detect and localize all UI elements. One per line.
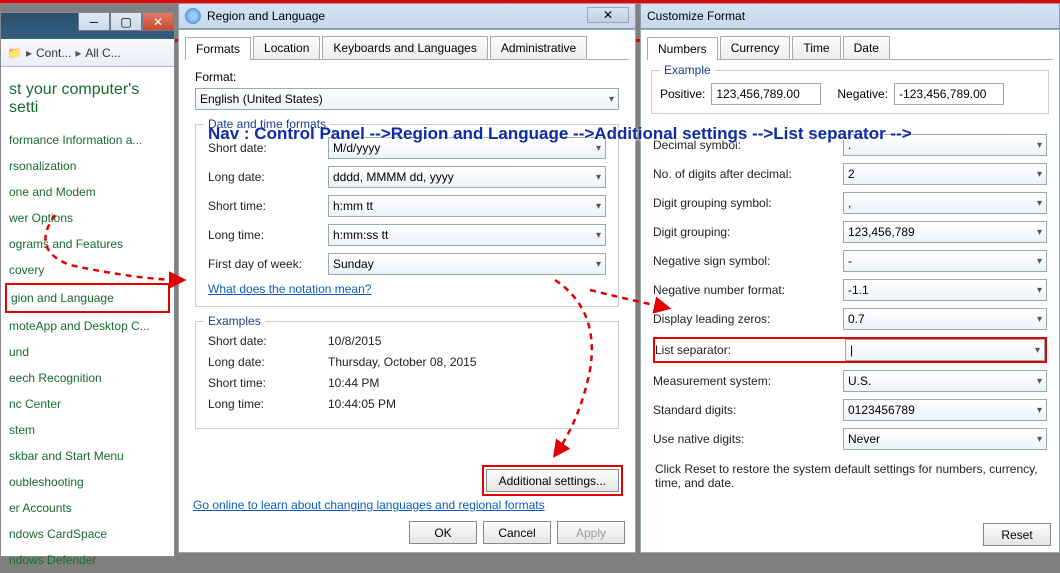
short-time-select[interactable]: h:mm tt <box>328 195 606 217</box>
group-title: Examples <box>204 314 265 328</box>
field-select[interactable]: - <box>843 250 1047 272</box>
field-label: Negative number format: <box>653 283 843 297</box>
sidebar-item[interactable]: und <box>5 339 170 365</box>
positive-example: 123,456,789.00 <box>711 83 821 105</box>
field-select[interactable]: 123,456,789 <box>843 221 1047 243</box>
breadcrumb-item[interactable]: All C... <box>85 46 120 60</box>
long-date-select[interactable]: dddd, MMMM dd, yyyy <box>328 166 606 188</box>
apply-button[interactable]: Apply <box>557 521 625 544</box>
tab-date[interactable]: Date <box>843 36 890 59</box>
sidebar-item[interactable]: formance Information a... <box>5 127 170 153</box>
field-select[interactable]: Never <box>843 428 1047 450</box>
breadcrumb-item[interactable]: Cont... <box>36 46 71 60</box>
annotation-text: Nav : Control Panel -->Region and Langua… <box>208 124 1060 144</box>
close-button[interactable]: ✕ <box>587 7 629 23</box>
field-label: Negative sign symbol: <box>653 254 843 268</box>
field-label: Standard digits: <box>653 403 843 417</box>
group-title: Example <box>660 63 715 77</box>
format-label: Format: <box>195 70 619 84</box>
field-select[interactable]: 2 <box>843 163 1047 185</box>
tab-numbers[interactable]: Numbers <box>647 37 718 60</box>
sidebar-item[interactable]: covery <box>5 257 170 283</box>
nav-icon: 📁 <box>7 46 22 60</box>
tab-location[interactable]: Location <box>253 36 320 59</box>
cancel-button[interactable]: Cancel <box>483 521 551 544</box>
titlebar: ─ ▢ ✕ <box>1 13 174 39</box>
field-label: Digit grouping symbol: <box>653 196 843 210</box>
long-time-select[interactable]: h:mm:ss tt <box>328 224 606 246</box>
maximize-button[interactable]: ▢ <box>110 13 142 31</box>
notation-link[interactable]: What does the notation mean? <box>208 282 371 296</box>
sidebar-item[interactable]: rsonalization <box>5 153 170 179</box>
first-day-select[interactable]: Sunday <box>328 253 606 275</box>
negative-example: -123,456,789.00 <box>894 83 1004 105</box>
sidebar-item[interactable]: one and Modem <box>5 179 170 205</box>
sidebar-item[interactable]: wer Options <box>5 205 170 231</box>
field-select[interactable]: -1.1 <box>843 279 1047 301</box>
minimize-button[interactable]: ─ <box>78 13 110 31</box>
field-select[interactable]: U.S. <box>843 370 1047 392</box>
field-select[interactable]: 0.7 <box>843 308 1047 330</box>
sidebar-item[interactable]: moteApp and Desktop C... <box>5 313 170 339</box>
field-select[interactable]: 0123456789 <box>843 399 1047 421</box>
sidebar-item[interactable]: gion and Language <box>5 283 170 313</box>
field-label: Digit grouping: <box>653 225 843 239</box>
field-label: Use native digits: <box>653 432 843 446</box>
close-button[interactable]: ✕ <box>142 13 174 31</box>
sidebar-item[interactable]: er Accounts <box>5 495 170 521</box>
sidebar-item[interactable]: ndows CardSpace <box>5 521 170 547</box>
control-panel-window: ─ ▢ ✕ 📁 ▸ Cont... ▸ All C... st your com… <box>0 12 175 557</box>
field-label: Display leading zeros: <box>653 312 843 326</box>
reset-description: Click Reset to restore the system defaul… <box>655 462 1045 490</box>
sidebar-item[interactable]: nc Center <box>5 391 170 417</box>
online-link[interactable]: Go online to learn about changing langua… <box>193 498 545 512</box>
tab-administrative[interactable]: Administrative <box>490 36 587 59</box>
tab-formats[interactable]: Formats <box>185 37 251 60</box>
tab-currency[interactable]: Currency <box>720 36 791 59</box>
region-language-dialog: Region and Language ✕ FormatsLocationKey… <box>178 3 636 555</box>
globe-icon <box>185 8 201 24</box>
field-select[interactable]: | <box>845 339 1045 361</box>
field-label: List separator: <box>655 343 845 357</box>
tab-keyboards-and-languages[interactable]: Keyboards and Languages <box>322 36 487 59</box>
format-select[interactable]: English (United States) <box>195 88 619 110</box>
sidebar-item[interactable]: ndows Defender <box>5 547 170 573</box>
sidebar-item[interactable]: ograms and Features <box>5 231 170 257</box>
sidebar-item[interactable]: stem <box>5 417 170 443</box>
page-heading: st your computer's setti <box>1 67 174 127</box>
dialog-titlebar: Region and Language ✕ <box>178 3 636 29</box>
ok-button[interactable]: OK <box>409 521 477 544</box>
field-label: Measurement system: <box>653 374 843 388</box>
additional-settings-button[interactable]: Additional settings... <box>486 469 619 492</box>
reset-button[interactable]: Reset <box>983 523 1051 546</box>
dialog-title: Customize Format <box>647 9 745 23</box>
field-select[interactable]: , <box>843 192 1047 214</box>
sidebar-item[interactable]: eech Recognition <box>5 365 170 391</box>
sidebar-item[interactable]: oubleshooting <box>5 469 170 495</box>
breadcrumb[interactable]: 📁 ▸ Cont... ▸ All C... <box>1 39 174 67</box>
dialog-titlebar: Customize Format <box>640 3 1060 29</box>
field-label: No. of digits after decimal: <box>653 167 843 181</box>
customize-format-dialog: Customize Format NumbersCurrencyTimeDate… <box>640 3 1060 555</box>
tab-time[interactable]: Time <box>792 36 840 59</box>
dialog-title: Region and Language <box>207 9 325 23</box>
sidebar-item[interactable]: skbar and Start Menu <box>5 443 170 469</box>
